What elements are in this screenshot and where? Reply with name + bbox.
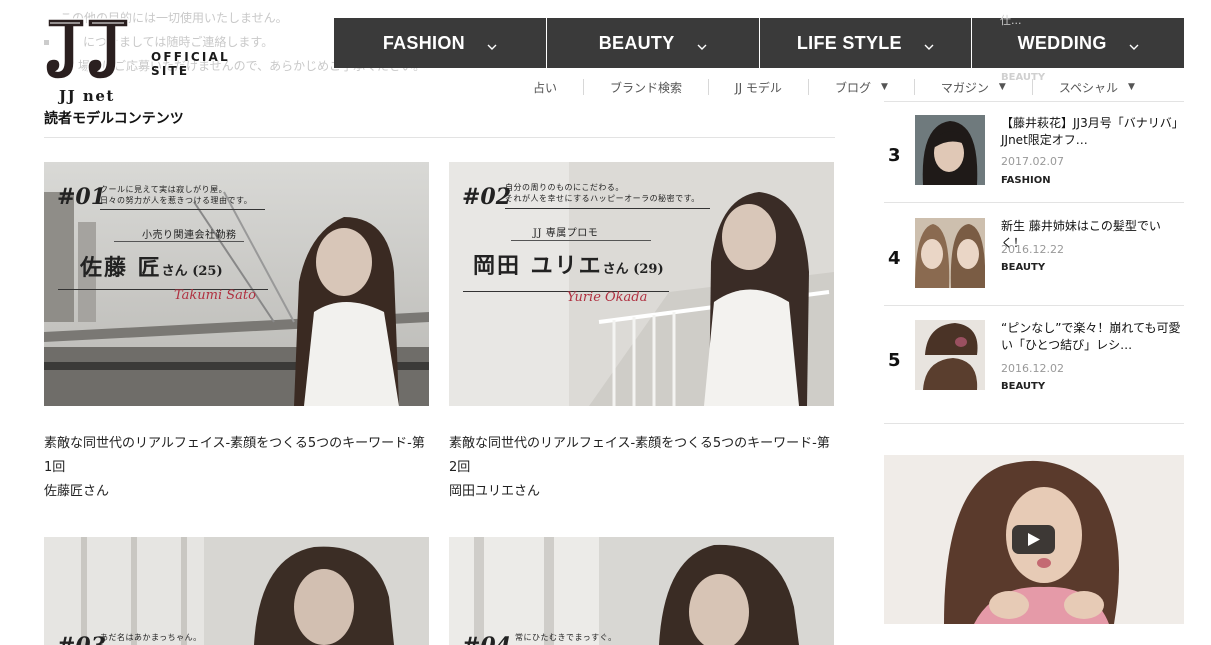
video-player[interactable] <box>884 455 1184 624</box>
chevron-down-icon <box>487 35 497 50</box>
rank-number: 3 <box>888 145 901 166</box>
divider <box>505 208 710 209</box>
signature: Takumi Sato <box>174 288 256 303</box>
article-thumbnail[interactable]: #02 自分の周りのものにこだわる。 それが人を幸せにするハッピーオーラの秘密です… <box>449 162 834 406</box>
nav-lifestyle[interactable]: LIFE STYLE <box>758 18 972 68</box>
site-logo[interactable]: OFFICIAL SITE JJ net <box>44 17 274 107</box>
divider <box>100 209 265 210</box>
article-number: #04 <box>462 633 511 645</box>
nav-beauty[interactable]: BEAUTY <box>545 18 759 68</box>
subnav-fortune[interactable]: 占い <box>507 79 583 95</box>
article-number: #03 <box>57 633 106 645</box>
article-number: #01 <box>57 184 107 210</box>
ranking-divider <box>884 202 1184 203</box>
article-number: #02 <box>462 184 512 210</box>
article-thumbnail[interactable]: #04 常にひたむきでまっすぐ。 <box>449 537 834 645</box>
main-nav: FASHION BEAUTY LIFE STYLE WEDDING <box>334 18 1184 68</box>
ranking-category[interactable]: BEAUTY <box>1001 381 1045 392</box>
article-caption[interactable]: 素敵な同世代のリアルフェイス-素顔をつくる5つのキーワード-第2回 岡田ユリエさ… <box>449 432 834 504</box>
ranking-title[interactable]: 【藤井萩花】JJ3月号「バナリバ」JJnet限定オフ… <box>1001 115 1184 149</box>
ranking-date: 2016.12.22 <box>1001 243 1064 256</box>
ranking-item[interactable]: 5 “ピンなし”で楽々！崩れても可愛い「ひとつ結び」レシ… 2016.12.02… <box>884 320 1184 410</box>
ranking-category[interactable]: FASHION <box>1001 175 1051 186</box>
article-tagline: クールに見えて実は寂しがり屋。 日々の努力が人を惹きつける理由です。 <box>100 185 253 205</box>
article-card[interactable]: #02 自分の周りのものにこだわる。 それが人を幸せにするハッピーオーラの秘密です… <box>449 162 834 504</box>
dropdown-arrow-icon: ▼ <box>998 82 1006 92</box>
person-name: 佐藤 匠さん (25) <box>80 255 223 281</box>
rank-number: 4 <box>888 248 901 269</box>
play-icon[interactable] <box>1012 525 1055 554</box>
article-tagline: あだ名はあかまっちゃん。 <box>100 633 202 642</box>
jj-logo-mark <box>44 17 130 83</box>
subnav-brand-search[interactable]: ブランド検索 <box>583 79 708 95</box>
ranking-divider <box>884 423 1184 424</box>
sub-nav: 占い ブランド検索 JJ モデル ブログ ▼ マガジン ▼ スペシャル ▼ <box>507 77 1177 97</box>
article-card[interactable]: #04 常にひたむきでまっすぐ。 <box>449 537 834 645</box>
subnav-blog[interactable]: ブログ ▼ <box>807 79 914 95</box>
ranking-date: 2017.02.07 <box>1001 155 1064 168</box>
subnav-jj-model[interactable]: JJ モデル <box>708 79 808 95</box>
article-caption[interactable]: 素敵な同世代のリアルフェイス-素顔をつくる5つのキーワード-第1回 佐藤匠さん <box>44 432 429 504</box>
article-thumbnail[interactable]: #01 クールに見えて実は寂しがり屋。 日々の努力が人を惹きつける理由です。 小売… <box>44 162 429 406</box>
logo-jj-net: JJ net <box>59 87 115 105</box>
ranking-category[interactable]: BEAUTY <box>1001 262 1045 273</box>
dropdown-arrow-icon: ▼ <box>1127 82 1135 92</box>
ranking-divider <box>884 101 1184 102</box>
article-thumbnail[interactable]: #03 あだ名はあかまっちゃん。 <box>44 537 429 645</box>
ranking-divider <box>884 305 1184 306</box>
ranking-title[interactable]: “ピンなし”で楽々！崩れても可愛い「ひとつ結び」レシ… <box>1001 320 1184 354</box>
ranking-item[interactable]: 4 新生 藤井姉妹はこの髪型でいく！ 2016.12.22 BEAUTY <box>884 218 1184 308</box>
chevron-down-icon <box>924 35 934 50</box>
ranking-ghost-category: BEAUTY <box>1001 72 1046 83</box>
signature: Yurie Okada <box>567 290 648 305</box>
divider <box>511 240 651 241</box>
person-role: JJ 専属プロモ <box>533 228 599 239</box>
section-divider <box>44 137 835 138</box>
section-title: 読者モデルコンテンツ <box>44 111 184 127</box>
nav-fashion[interactable]: FASHION <box>334 18 546 68</box>
person-role: 小売り関連会社勤務 <box>142 230 237 241</box>
ranking-thumbnail[interactable] <box>915 218 985 288</box>
article-card[interactable]: #03 あだ名はあかまっちゃん。 <box>44 537 429 645</box>
rank-number: 5 <box>888 350 901 371</box>
chevron-down-icon <box>1129 35 1139 50</box>
logo-official-site: OFFICIAL SITE <box>151 50 230 78</box>
divider <box>114 241 244 242</box>
ranking-ghost-title: 仕... <box>1000 14 1022 27</box>
person-name: 岡田 ユリエさん (29) <box>473 253 664 279</box>
ranking-date: 2016.12.02 <box>1001 362 1064 375</box>
ranking-item[interactable]: 3 【藤井萩花】JJ3月号「バナリバ」JJnet限定オフ… 2017.02.07… <box>884 115 1184 205</box>
ranking-thumbnail[interactable] <box>915 115 985 185</box>
article-tagline: 自分の周りのものにこだわる。 それが人を幸せにするハッピーオーラの秘密です。 <box>505 183 700 203</box>
article-tagline: 常にひたむきでまっすぐ。 <box>515 633 617 642</box>
dropdown-arrow-icon: ▼ <box>880 82 888 92</box>
article-card[interactable]: #01 クールに見えて実は寂しがり屋。 日々の努力が人を惹きつける理由です。 小売… <box>44 162 429 504</box>
subnav-special[interactable]: スペシャル ▼ <box>1031 79 1161 95</box>
chevron-down-icon <box>697 35 707 50</box>
ranking-thumbnail[interactable] <box>915 320 985 390</box>
